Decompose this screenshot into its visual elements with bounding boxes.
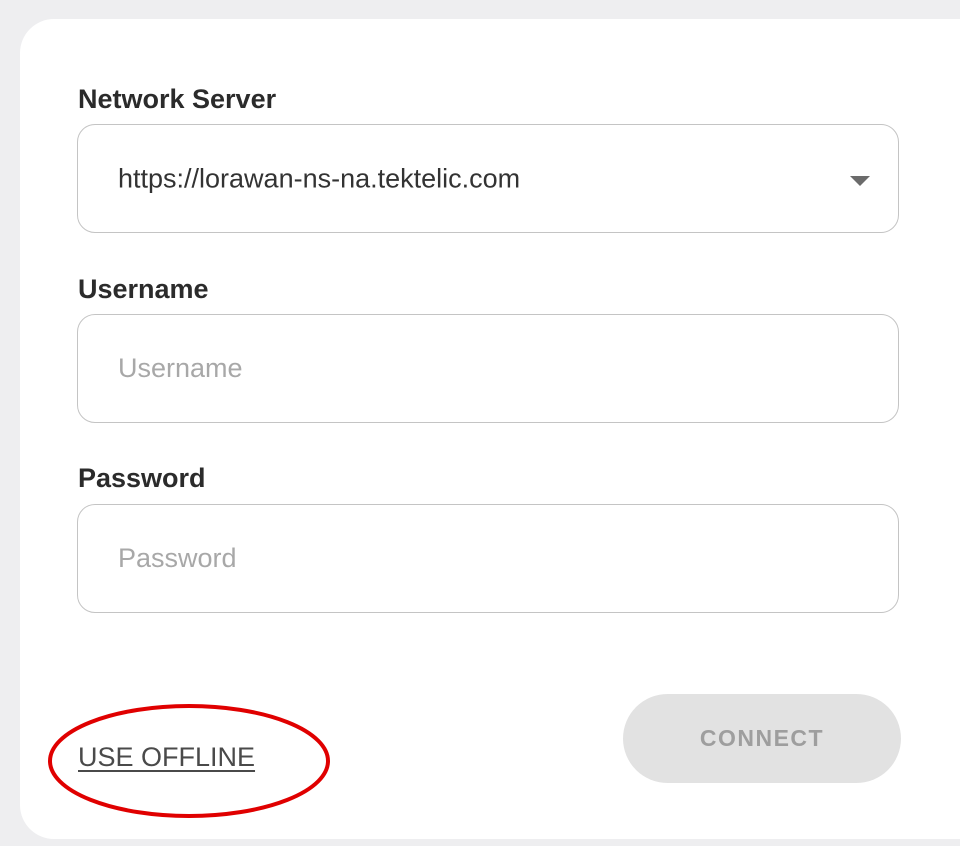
username-input[interactable] [118, 348, 858, 389]
network-server-select[interactable]: https://lorawan-ns-na.tektelic.com [77, 124, 899, 233]
connect-button[interactable]: CONNECT [623, 694, 901, 783]
caret-down-icon[interactable] [850, 175, 870, 186]
password-label: Password [78, 463, 206, 493]
username-field[interactable] [77, 314, 899, 423]
password-input[interactable] [118, 538, 858, 579]
network-server-value: https://lorawan-ns-na.tektelic.com [118, 163, 521, 193]
network-server-label: Network Server [78, 84, 277, 114]
use-offline-link[interactable]: USE OFFLINE [78, 742, 255, 773]
username-label: Username [78, 274, 209, 304]
password-field[interactable] [77, 504, 899, 613]
